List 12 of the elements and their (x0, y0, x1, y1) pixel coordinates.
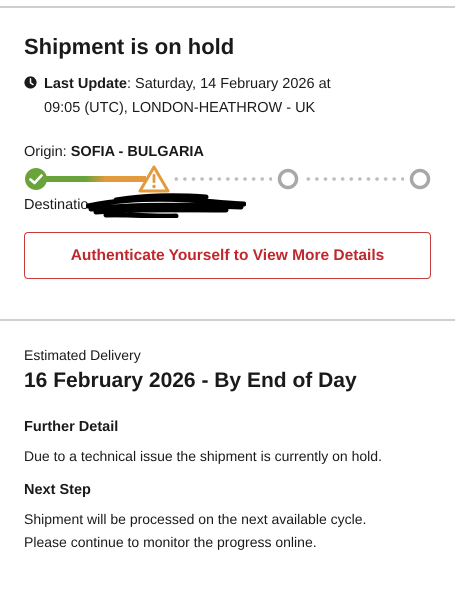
clock-icon (24, 76, 37, 89)
status-title: Shipment is on hold (24, 34, 236, 60)
authenticate-button[interactable]: Authenticate Yourself to View More Details (24, 232, 431, 279)
section-heading: Next Step (24, 482, 92, 498)
delivery-date: 16 February 2026 - By End of Day (24, 369, 358, 393)
last-update-text: Last Update: Saturday, 14 February 2026 at 09:05 (UTC), LONDON-HEATHROW - UK (44, 75, 332, 118)
section-heading: Further Detail (24, 419, 120, 435)
section-text: Shipment will be processed on the next available cycle. Please continue to monitor the progress online. (24, 510, 368, 552)
origin-text: Origin: SOFIA - BULGARIA (24, 143, 205, 162)
estimated-delivery-label: Estimated Delivery (24, 347, 142, 363)
destination-label: Destinatio (24, 197, 88, 213)
section-text: Due to a technical issue the shipment is currently on hold. (24, 447, 383, 466)
